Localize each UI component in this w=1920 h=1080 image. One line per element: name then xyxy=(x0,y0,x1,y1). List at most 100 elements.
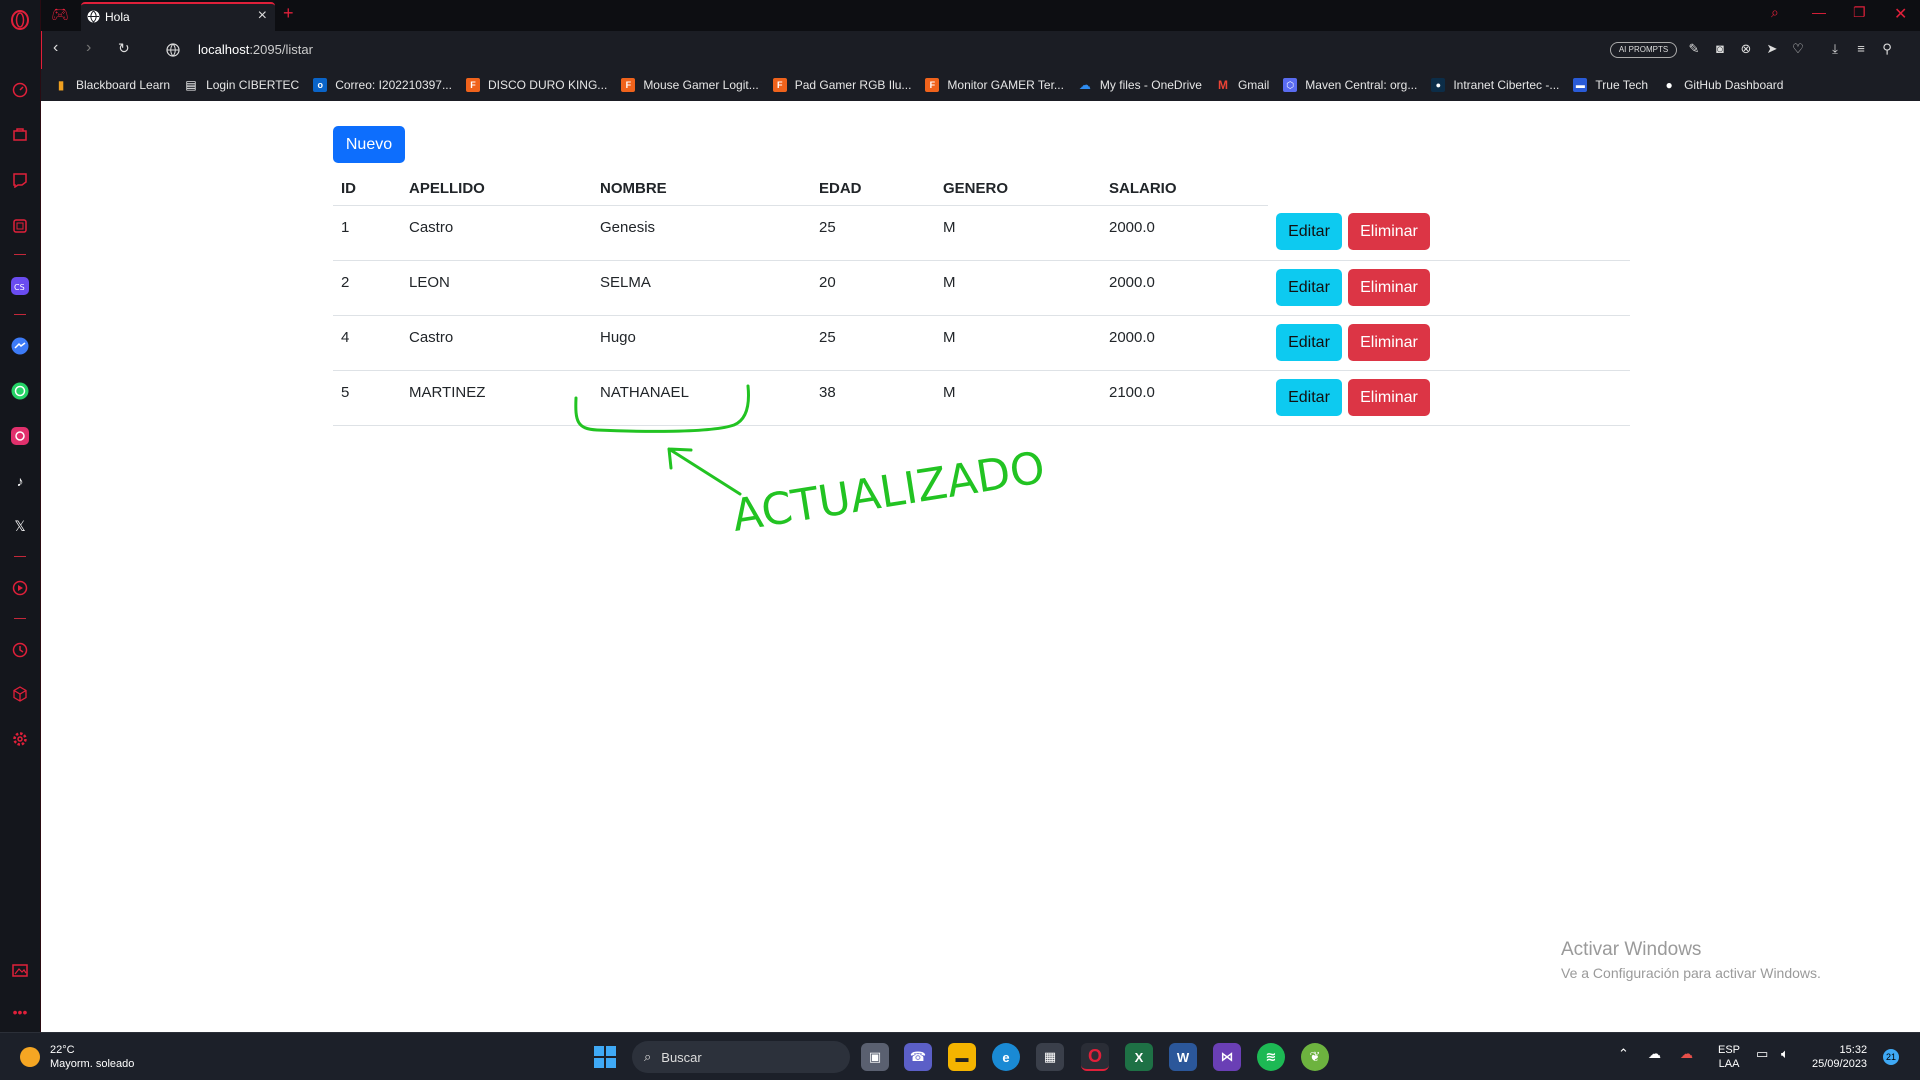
new-tab-icon[interactable]: + xyxy=(283,3,294,24)
tab-hola[interactable]: Hola × xyxy=(81,2,275,31)
bookmark-label: Gmail xyxy=(1237,78,1270,92)
teams-icon[interactable]: ☎ xyxy=(904,1043,932,1071)
opera-logo-icon[interactable] xyxy=(10,10,30,30)
site-info-icon[interactable] xyxy=(166,43,180,57)
whatsapp-icon[interactable] xyxy=(10,381,30,401)
player-icon[interactable] xyxy=(10,578,30,598)
show-hidden-icons[interactable]: ⌃ xyxy=(1618,1047,1629,1061)
bookmark-label: Maven Central: org... xyxy=(1305,78,1418,92)
bookmark-label: Correo: I202210397... xyxy=(335,78,452,92)
address-bar-row: ‹ › ↻ localhost:2095/listar AI PROMPTS ✎… xyxy=(41,31,1920,69)
more-options-icon[interactable]: ••• xyxy=(10,1002,30,1022)
search-icon: ⌕ xyxy=(644,1049,652,1064)
notification-count[interactable]: 21 xyxy=(1883,1049,1899,1065)
excel-icon[interactable]: X xyxy=(1125,1043,1153,1071)
taskbar-search[interactable]: ⌕ Buscar xyxy=(632,1041,850,1073)
bookmark-item[interactable]: F Monitor GAMER Ter... xyxy=(925,78,1064,92)
close-tab-icon[interactable]: × xyxy=(258,7,267,25)
bookmark-label: Blackboard Learn xyxy=(76,78,171,92)
bookmark-item[interactable]: ⬡ Maven Central: org... xyxy=(1283,78,1417,92)
send-icon[interactable]: ➤ xyxy=(1763,41,1781,59)
falabella-icon: F xyxy=(621,78,636,92)
volume-icon[interactable]: 🔈︎ xyxy=(1781,1047,1789,1061)
profile-icon[interactable]: ⚲ xyxy=(1878,41,1896,59)
bookmark-label: Intranet Cibertec -... xyxy=(1453,78,1560,92)
bookmark-item[interactable]: ● Intranet Cibertec -... xyxy=(1431,78,1559,92)
bookmark-label: Login CIBERTEC xyxy=(206,78,300,92)
bookmark-item[interactable]: F Mouse Gamer Logit... xyxy=(621,78,759,92)
visual-studio-icon[interactable]: ⋈ xyxy=(1213,1043,1241,1071)
task-view-icon[interactable]: ▣ xyxy=(861,1043,889,1071)
extensions-icon[interactable] xyxy=(10,216,30,236)
opera-sidebar: CS ♪ 𝕏 ••• xyxy=(0,0,41,1032)
search-tabs-icon[interactable]: ⌕ xyxy=(1771,4,1779,21)
speed-dial-icon[interactable] xyxy=(10,80,30,100)
language-bottom: LAA xyxy=(1718,1058,1740,1070)
easy-setup-icon[interactable]: ≡ xyxy=(1852,41,1870,59)
search-placeholder: Buscar xyxy=(661,1049,702,1065)
download-icon[interactable]: ⤓ xyxy=(1826,41,1844,59)
maven-icon: ⬡ xyxy=(1283,78,1298,92)
minimize-icon[interactable]: — xyxy=(1812,4,1826,20)
weather-widget[interactable]: 22°C Mayorm. soleado xyxy=(20,1043,134,1071)
clock[interactable]: 15:32 25/09/2023 xyxy=(1812,1043,1867,1071)
bookmark-label: GitHub Dashboard xyxy=(1684,78,1784,92)
clock-time: 15:32 xyxy=(1839,1044,1868,1056)
twitch-icon[interactable] xyxy=(10,170,30,190)
cube-icon[interactable] xyxy=(10,684,30,704)
shopping-bag-icon[interactable] xyxy=(10,124,30,144)
opera-taskbar-icon[interactable]: O xyxy=(1081,1043,1109,1071)
instagram-icon[interactable] xyxy=(10,426,30,446)
language-indicator[interactable]: ESP LAA xyxy=(1718,1043,1740,1071)
falabella-icon: F xyxy=(772,78,787,92)
word-icon[interactable]: W xyxy=(1169,1043,1197,1071)
heart-icon[interactable]: ♡ xyxy=(1789,41,1807,59)
onedrive-tray-icon[interactable]: ☁ xyxy=(1648,1047,1661,1061)
display-icon[interactable]: ▭ xyxy=(1756,1047,1768,1061)
bookmark-item[interactable]: o Correo: I202210397... xyxy=(313,78,452,92)
url-field[interactable]: localhost:2095/listar xyxy=(198,42,313,57)
forward-icon[interactable]: › xyxy=(86,39,91,57)
x-twitter-icon[interactable]: 𝕏 xyxy=(10,516,30,536)
bookmark-item[interactable]: F Pad Gamer RGB Ilu... xyxy=(772,78,912,92)
gaming-icon[interactable]: 🎮︎ xyxy=(51,6,69,23)
tiktok-icon[interactable]: ♪ xyxy=(10,471,30,491)
close-window-icon[interactable]: ✕ xyxy=(1894,4,1907,24)
spotify-icon[interactable]: ≋ xyxy=(1257,1043,1285,1071)
sun-icon xyxy=(20,1047,40,1067)
spring-tools-icon[interactable]: ❦ xyxy=(1301,1043,1329,1071)
watermark-subtitle: Ve a Configuración para activar Windows. xyxy=(1561,965,1821,981)
bookmark-label: Pad Gamer RGB Ilu... xyxy=(794,78,912,92)
document-icon: ▤ xyxy=(185,78,197,92)
store-icon[interactable]: ▦ xyxy=(1036,1043,1064,1071)
ai-prompts-button[interactable]: AI PROMPTS xyxy=(1610,42,1677,58)
edit-icon[interactable]: ✎ xyxy=(1685,41,1703,59)
bookmark-item[interactable]: ☁ My files - OneDrive xyxy=(1078,78,1202,92)
ad-block-icon[interactable]: ⊗ xyxy=(1737,41,1755,59)
edge-icon[interactable]: e xyxy=(992,1043,1020,1071)
back-icon[interactable]: ‹ xyxy=(53,39,58,57)
restore-icon[interactable]: ❐ xyxy=(1853,4,1866,21)
reload-icon[interactable]: ↻ xyxy=(118,40,130,57)
network-status-icon[interactable]: ☁ xyxy=(1680,1047,1693,1061)
gallery-icon[interactable] xyxy=(10,960,30,980)
messenger-icon[interactable] xyxy=(10,336,30,356)
svg-text:CS: CS xyxy=(14,283,25,292)
file-explorer-icon[interactable]: ▬ xyxy=(948,1043,976,1071)
windows-start-icon[interactable] xyxy=(594,1046,616,1068)
history-icon[interactable] xyxy=(10,640,30,660)
language-top: ESP xyxy=(1718,1044,1741,1056)
bookmark-item[interactable]: ▬ True Tech xyxy=(1573,78,1648,92)
bookmark-item[interactable]: ● GitHub Dashboard xyxy=(1662,78,1783,92)
bookmark-item[interactable]: M Gmail xyxy=(1216,78,1269,92)
clock-date: 25/09/2023 xyxy=(1812,1058,1868,1070)
globe-icon xyxy=(87,10,100,23)
intranet-icon: ● xyxy=(1431,78,1446,92)
annotation-text: ACTUALIZADO xyxy=(729,442,1049,542)
camera-icon[interactable]: ◙ xyxy=(1711,41,1729,59)
settings-gear-icon[interactable] xyxy=(10,729,30,749)
cs-app-icon[interactable]: CS xyxy=(10,276,30,296)
bookmark-item[interactable]: F DISCO DURO KING... xyxy=(465,78,607,92)
bookmark-item[interactable]: ▤ Login CIBERTEC xyxy=(184,78,299,92)
bookmark-item[interactable]: ▮ Blackboard Learn xyxy=(54,78,170,92)
